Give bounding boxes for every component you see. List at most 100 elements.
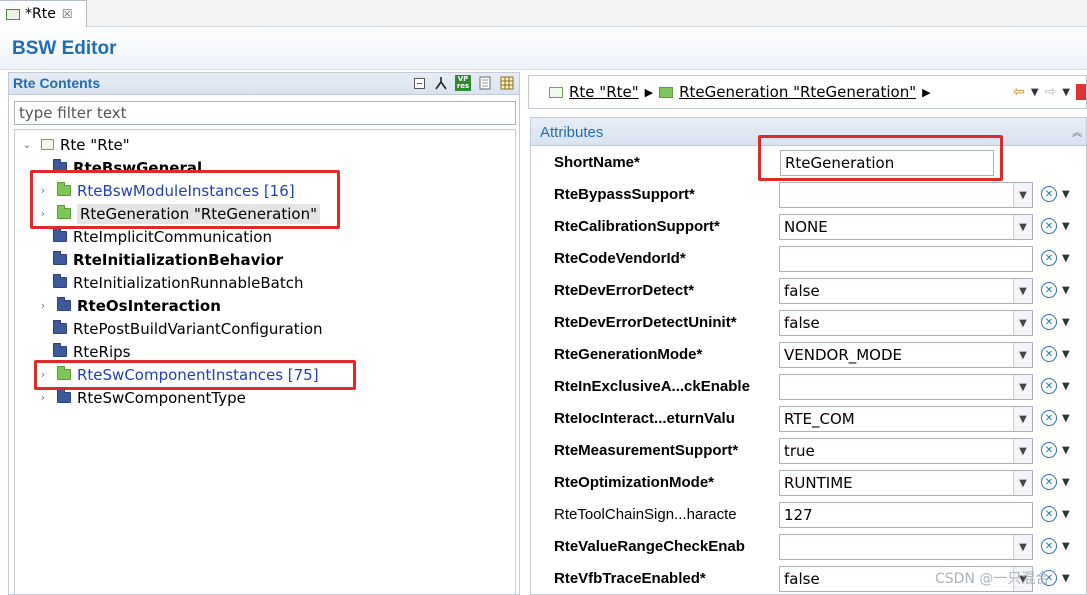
chevron-right-icon[interactable]: ›: [37, 299, 49, 312]
editor-title: BSW Editor: [12, 38, 117, 59]
chevron-down-icon[interactable]: ▼: [1013, 407, 1032, 431]
reset-icon[interactable]: ✕: [1041, 410, 1057, 426]
document-icon[interactable]: [477, 75, 493, 91]
attr-combo[interactable]: ▼: [779, 374, 1033, 400]
breadcrumb: Rte "Rte" ▶ RteGeneration "RteGeneration…: [528, 75, 1087, 109]
chevron-down-icon[interactable]: ▼: [1062, 253, 1070, 264]
tree-node-rtepostbuildvariantconfiguration[interactable]: RtePostBuildVariantConfiguration: [45, 317, 323, 340]
chevron-down-icon[interactable]: ▼: [1062, 349, 1070, 360]
chevron-down-icon[interactable]: ▼: [1013, 439, 1032, 463]
folder-icon: [53, 274, 67, 288]
chevron-down-icon[interactable]: ⌄: [21, 138, 33, 151]
editor-tab-strip: *Rte ☒: [0, 0, 1087, 27]
breadcrumb-link-rte[interactable]: Rte "Rte": [569, 83, 639, 101]
attr-combo[interactable]: RUNTIME ▼: [779, 470, 1033, 496]
attr-value: false: [784, 314, 820, 332]
chevron-down-icon[interactable]: ▼: [1062, 445, 1070, 456]
forward-arrow-icon[interactable]: ⇨: [1045, 84, 1057, 100]
close-icon[interactable]: ☒: [62, 7, 73, 21]
reset-icon[interactable]: ✕: [1041, 314, 1057, 330]
chevron-down-icon[interactable]: ▼: [1062, 189, 1070, 200]
tree-node-label: RteOsInteraction: [77, 296, 221, 315]
tree-node-label: RteRips: [73, 342, 131, 361]
reset-icon[interactable]: ✕: [1041, 378, 1057, 394]
attr-row-rtetoolchainsignedcharacter: RteToolChainSign...haracte 127 ✕ ▼: [531, 500, 1087, 532]
chevron-down-icon[interactable]: ▼: [1062, 317, 1070, 328]
chevron-down-icon[interactable]: ▼: [1062, 573, 1070, 584]
attr-combo[interactable]: NONE ▼: [779, 214, 1033, 240]
pdf-icon[interactable]: [1076, 84, 1086, 100]
attr-row-rtevaluerangecheckenabled: RteValueRangeCheckEnab ▼ ✕ ▼: [531, 532, 1087, 564]
tree-root[interactable]: ⌄ Rte "Rte": [21, 133, 130, 156]
tree-node-label: Rte "Rte": [60, 135, 130, 154]
chevron-right-icon[interactable]: ▶: [645, 86, 653, 99]
back-arrow-icon[interactable]: ⇦: [1013, 84, 1025, 100]
chevron-down-icon[interactable]: ▼: [1013, 471, 1032, 495]
chevron-down-icon[interactable]: ▼: [1062, 541, 1070, 552]
chevron-down-icon[interactable]: ▼: [1013, 535, 1032, 559]
tree-node-label: RteInitializationBehavior: [73, 250, 284, 269]
watermark: CSDN @一只混合: [935, 571, 1050, 587]
chevron-down-icon[interactable]: ▼: [1062, 221, 1070, 232]
chevron-down-icon[interactable]: ▼: [1062, 509, 1070, 520]
link-icon[interactable]: [433, 75, 449, 91]
reset-icon[interactable]: ✕: [1041, 186, 1057, 202]
chevron-down-icon[interactable]: ▼: [1062, 413, 1070, 424]
tree-node-rteinitializationbehavior[interactable]: RteInitializationBehavior: [45, 248, 283, 271]
attr-combo[interactable]: VENDOR_MODE ▼: [779, 342, 1033, 368]
collapse-icon[interactable]: ︽: [1072, 124, 1082, 139]
attr-combo[interactable]: false ▼: [779, 278, 1033, 304]
attr-label: RteMeasurementSupport*: [554, 442, 739, 459]
chevron-down-icon[interactable]: ▼: [1031, 87, 1039, 98]
attr-label: RteCalibrationSupport*: [554, 218, 720, 235]
attr-combo[interactable]: false ▼: [779, 310, 1033, 336]
rte-contents-header: Rte Contents VP res: [9, 73, 519, 95]
reset-icon[interactable]: ✕: [1041, 442, 1057, 458]
breadcrumb-link-rtegeneration[interactable]: RteGeneration "RteGeneration": [679, 83, 916, 101]
chevron-down-icon[interactable]: ▼: [1062, 87, 1070, 98]
attr-combo[interactable]: ▼: [779, 534, 1033, 560]
attr-text-input[interactable]: [779, 246, 1033, 272]
folder-icon: [57, 389, 71, 403]
attr-actions: ✕ ▼: [1041, 346, 1070, 362]
reset-icon[interactable]: ✕: [1041, 218, 1057, 234]
chevron-down-icon[interactable]: ▼: [1013, 215, 1032, 239]
chevron-down-icon[interactable]: ▼: [1013, 183, 1032, 207]
reset-icon[interactable]: ✕: [1041, 474, 1057, 490]
folder-icon: [53, 320, 67, 334]
tree-node-rteosinteraction[interactable]: › RteOsInteraction: [37, 294, 221, 317]
reset-icon[interactable]: ✕: [1041, 250, 1057, 266]
attr-actions: ✕ ▼: [1041, 506, 1070, 522]
tab-rte[interactable]: *Rte ☒: [0, 0, 87, 27]
tree-node-rteinitializationrunnablebatch[interactable]: RteInitializationRunnableBatch: [45, 271, 304, 294]
folder-icon: [53, 343, 67, 357]
attr-actions: ✕ ▼: [1041, 282, 1070, 298]
chevron-down-icon[interactable]: ▼: [1013, 279, 1032, 303]
attr-combo[interactable]: true ▼: [779, 438, 1033, 464]
tree-filter-input[interactable]: [14, 101, 516, 125]
chevron-down-icon[interactable]: ▼: [1062, 285, 1070, 296]
reset-icon[interactable]: ✕: [1041, 346, 1057, 362]
collapse-all-icon[interactable]: [411, 75, 427, 91]
attr-label: RteGenerationMode*: [554, 346, 703, 363]
attr-actions: ✕ ▼: [1041, 474, 1070, 490]
attr-label: RteBypassSupport*: [554, 186, 695, 203]
attr-actions: ✕ ▼: [1041, 442, 1070, 458]
reset-icon[interactable]: ✕: [1041, 506, 1057, 522]
table-view-icon[interactable]: [499, 75, 515, 91]
chevron-down-icon[interactable]: ▼: [1013, 311, 1032, 335]
attr-combo[interactable]: ▼: [779, 182, 1033, 208]
chevron-right-icon[interactable]: ›: [37, 391, 49, 404]
chevron-down-icon[interactable]: ▼: [1062, 381, 1070, 392]
attr-combo[interactable]: RTE_COM ▼: [779, 406, 1033, 432]
reset-icon[interactable]: ✕: [1041, 538, 1057, 554]
reset-icon[interactable]: ✕: [1041, 282, 1057, 298]
variant-icon[interactable]: VP res: [455, 75, 471, 91]
chevron-right-icon[interactable]: ▶: [922, 86, 930, 99]
attr-text-input[interactable]: 127: [779, 502, 1033, 528]
chevron-down-icon[interactable]: ▼: [1062, 477, 1070, 488]
attr-value: NONE: [784, 218, 828, 236]
chevron-down-icon[interactable]: ▼: [1013, 375, 1032, 399]
attr-row-rtegenerationmode: RteGenerationMode* VENDOR_MODE ▼ ✕ ▼: [531, 340, 1087, 372]
chevron-down-icon[interactable]: ▼: [1013, 343, 1032, 367]
